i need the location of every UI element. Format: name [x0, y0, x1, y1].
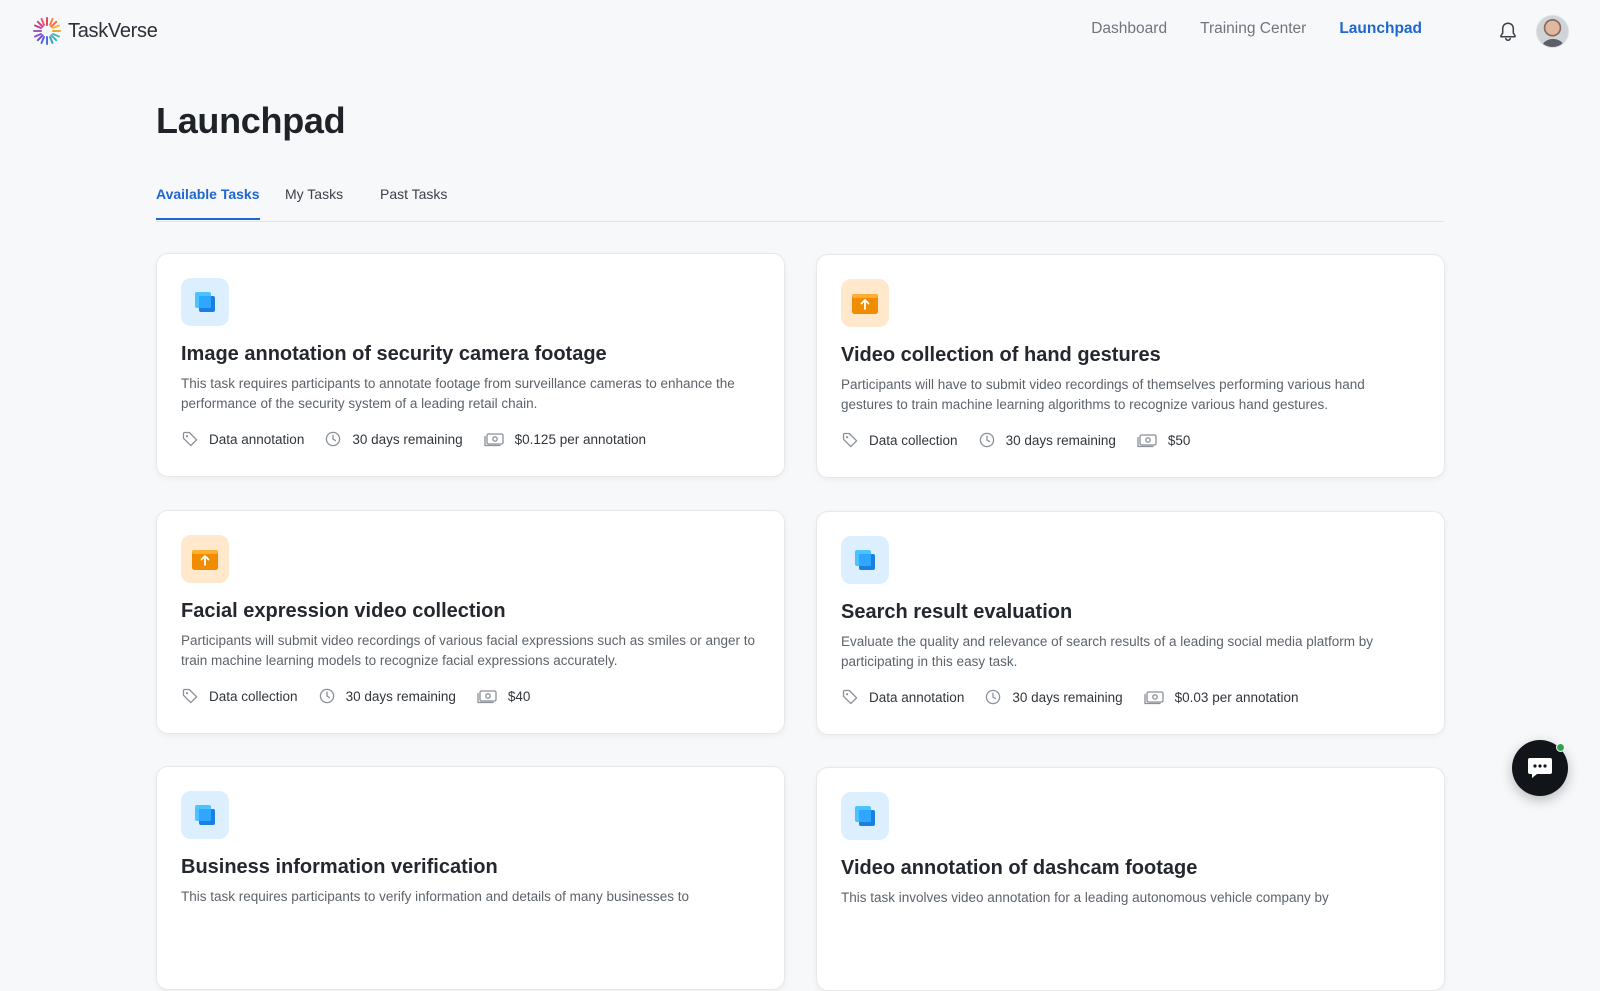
layers-icon [181, 791, 229, 839]
task-deadline-label: 30 days remaining [352, 431, 463, 447]
user-avatar[interactable] [1536, 15, 1569, 48]
task-description: This task requires participants to verif… [181, 889, 689, 904]
task-pay-label: $40 [507, 688, 531, 704]
task-card[interactable]: Business information verification This t… [156, 766, 785, 990]
task-title: Facial expression video collection [181, 600, 506, 622]
task-category: Data collection [181, 687, 298, 705]
task-meta: Data annotation 30 days remaining $0.03 … [841, 688, 1319, 706]
task-deadline-label: 30 days remaining [1012, 689, 1123, 705]
task-description: This task involves video annotation for … [841, 890, 1329, 905]
money-icon [1136, 431, 1158, 449]
task-deadline: 30 days remaining [318, 687, 456, 705]
money-icon [483, 430, 505, 448]
tag-icon [841, 431, 859, 449]
main-nav: Dashboard Training Center Launchpad [1091, 20, 1422, 38]
task-description: Participants will have to submit video r… [841, 377, 1365, 412]
starburst-logo-icon [33, 17, 61, 45]
chat-button[interactable] [1512, 740, 1568, 796]
task-card[interactable]: Video annotation of dashcam footage This… [816, 767, 1445, 991]
tab-my-tasks[interactable]: My Tasks [285, 186, 343, 218]
clock-icon [324, 430, 342, 448]
task-description: Evaluate the quality and relevance of se… [841, 634, 1374, 669]
task-pay: $40 [476, 687, 531, 705]
chat-bubble-icon [1528, 758, 1552, 778]
task-category-label: Data annotation [209, 431, 305, 447]
task-meta: Data annotation 30 days remaining $0.125… [181, 430, 666, 448]
task-pay-label: $0.125 per annotation [514, 431, 647, 447]
task-title: Video annotation of dashcam footage [841, 857, 1198, 879]
task-title: Business information verification [181, 856, 498, 878]
clock-icon [984, 688, 1002, 706]
nav-launchpad[interactable]: Launchpad [1339, 20, 1422, 38]
task-pay: $0.125 per annotation [483, 430, 646, 448]
nav-dashboard[interactable]: Dashboard [1091, 20, 1167, 38]
task-title: Image annotation of security camera foot… [181, 343, 607, 365]
task-description: This task requires participants to annot… [181, 376, 735, 411]
task-title: Video collection of hand gestures [841, 344, 1161, 366]
task-category: Data collection [841, 431, 958, 449]
task-card[interactable]: Search result evaluation Evaluate the qu… [816, 511, 1445, 735]
layers-icon [841, 536, 889, 584]
task-description: Participants will submit video recording… [181, 633, 756, 668]
upload-folder-icon [841, 279, 889, 327]
task-pay-label: $0.03 per annotation [1174, 689, 1299, 705]
tab-past-tasks[interactable]: Past Tasks [380, 186, 447, 218]
task-deadline: 30 days remaining [984, 688, 1123, 706]
task-category: Data annotation [841, 688, 964, 706]
task-deadline: 30 days remaining [978, 431, 1116, 449]
tag-icon [841, 688, 859, 706]
task-tabs: Available Tasks My Tasks Past Tasks [156, 180, 1444, 222]
task-card[interactable]: Facial expression video collection Parti… [156, 510, 785, 734]
task-category-label: Data collection [209, 688, 298, 704]
layers-icon [181, 278, 229, 326]
task-category-label: Data annotation [869, 689, 965, 705]
app-logo[interactable]: TaskVerse [30, 14, 158, 48]
nav-training-center[interactable]: Training Center [1200, 20, 1306, 38]
bell-icon[interactable] [1498, 21, 1518, 43]
clock-icon [318, 687, 336, 705]
upload-folder-icon [181, 535, 229, 583]
task-meta: Data collection 30 days remaining $40 [181, 687, 550, 705]
task-category-label: Data collection [869, 432, 958, 448]
task-deadline: 30 days remaining [324, 430, 463, 448]
task-pay: $50 [1136, 431, 1191, 449]
task-meta: Data collection 30 days remaining $50 [841, 431, 1210, 449]
task-deadline-label: 30 days remaining [1005, 432, 1116, 448]
top-navigation-bar: TaskVerse Dashboard Training Center Laun… [0, 0, 1600, 64]
page-title: Launchpad [156, 100, 346, 141]
tag-icon [181, 687, 199, 705]
task-pay: $0.03 per annotation [1143, 688, 1299, 706]
app-name: TaskVerse [68, 19, 158, 42]
task-card[interactable]: Video collection of hand gestures Partic… [816, 254, 1445, 478]
task-deadline-label: 30 days remaining [345, 688, 456, 704]
money-icon [1143, 688, 1165, 706]
clock-icon [978, 431, 996, 449]
task-category: Data annotation [181, 430, 304, 448]
tab-available-tasks[interactable]: Available Tasks [156, 186, 260, 220]
tag-icon [181, 430, 199, 448]
layers-icon [841, 792, 889, 840]
task-card[interactable]: Image annotation of security camera foot… [156, 253, 785, 477]
money-icon [476, 687, 498, 705]
task-title: Search result evaluation [841, 601, 1073, 623]
online-indicator [1556, 743, 1565, 752]
task-pay-label: $50 [1167, 432, 1191, 448]
